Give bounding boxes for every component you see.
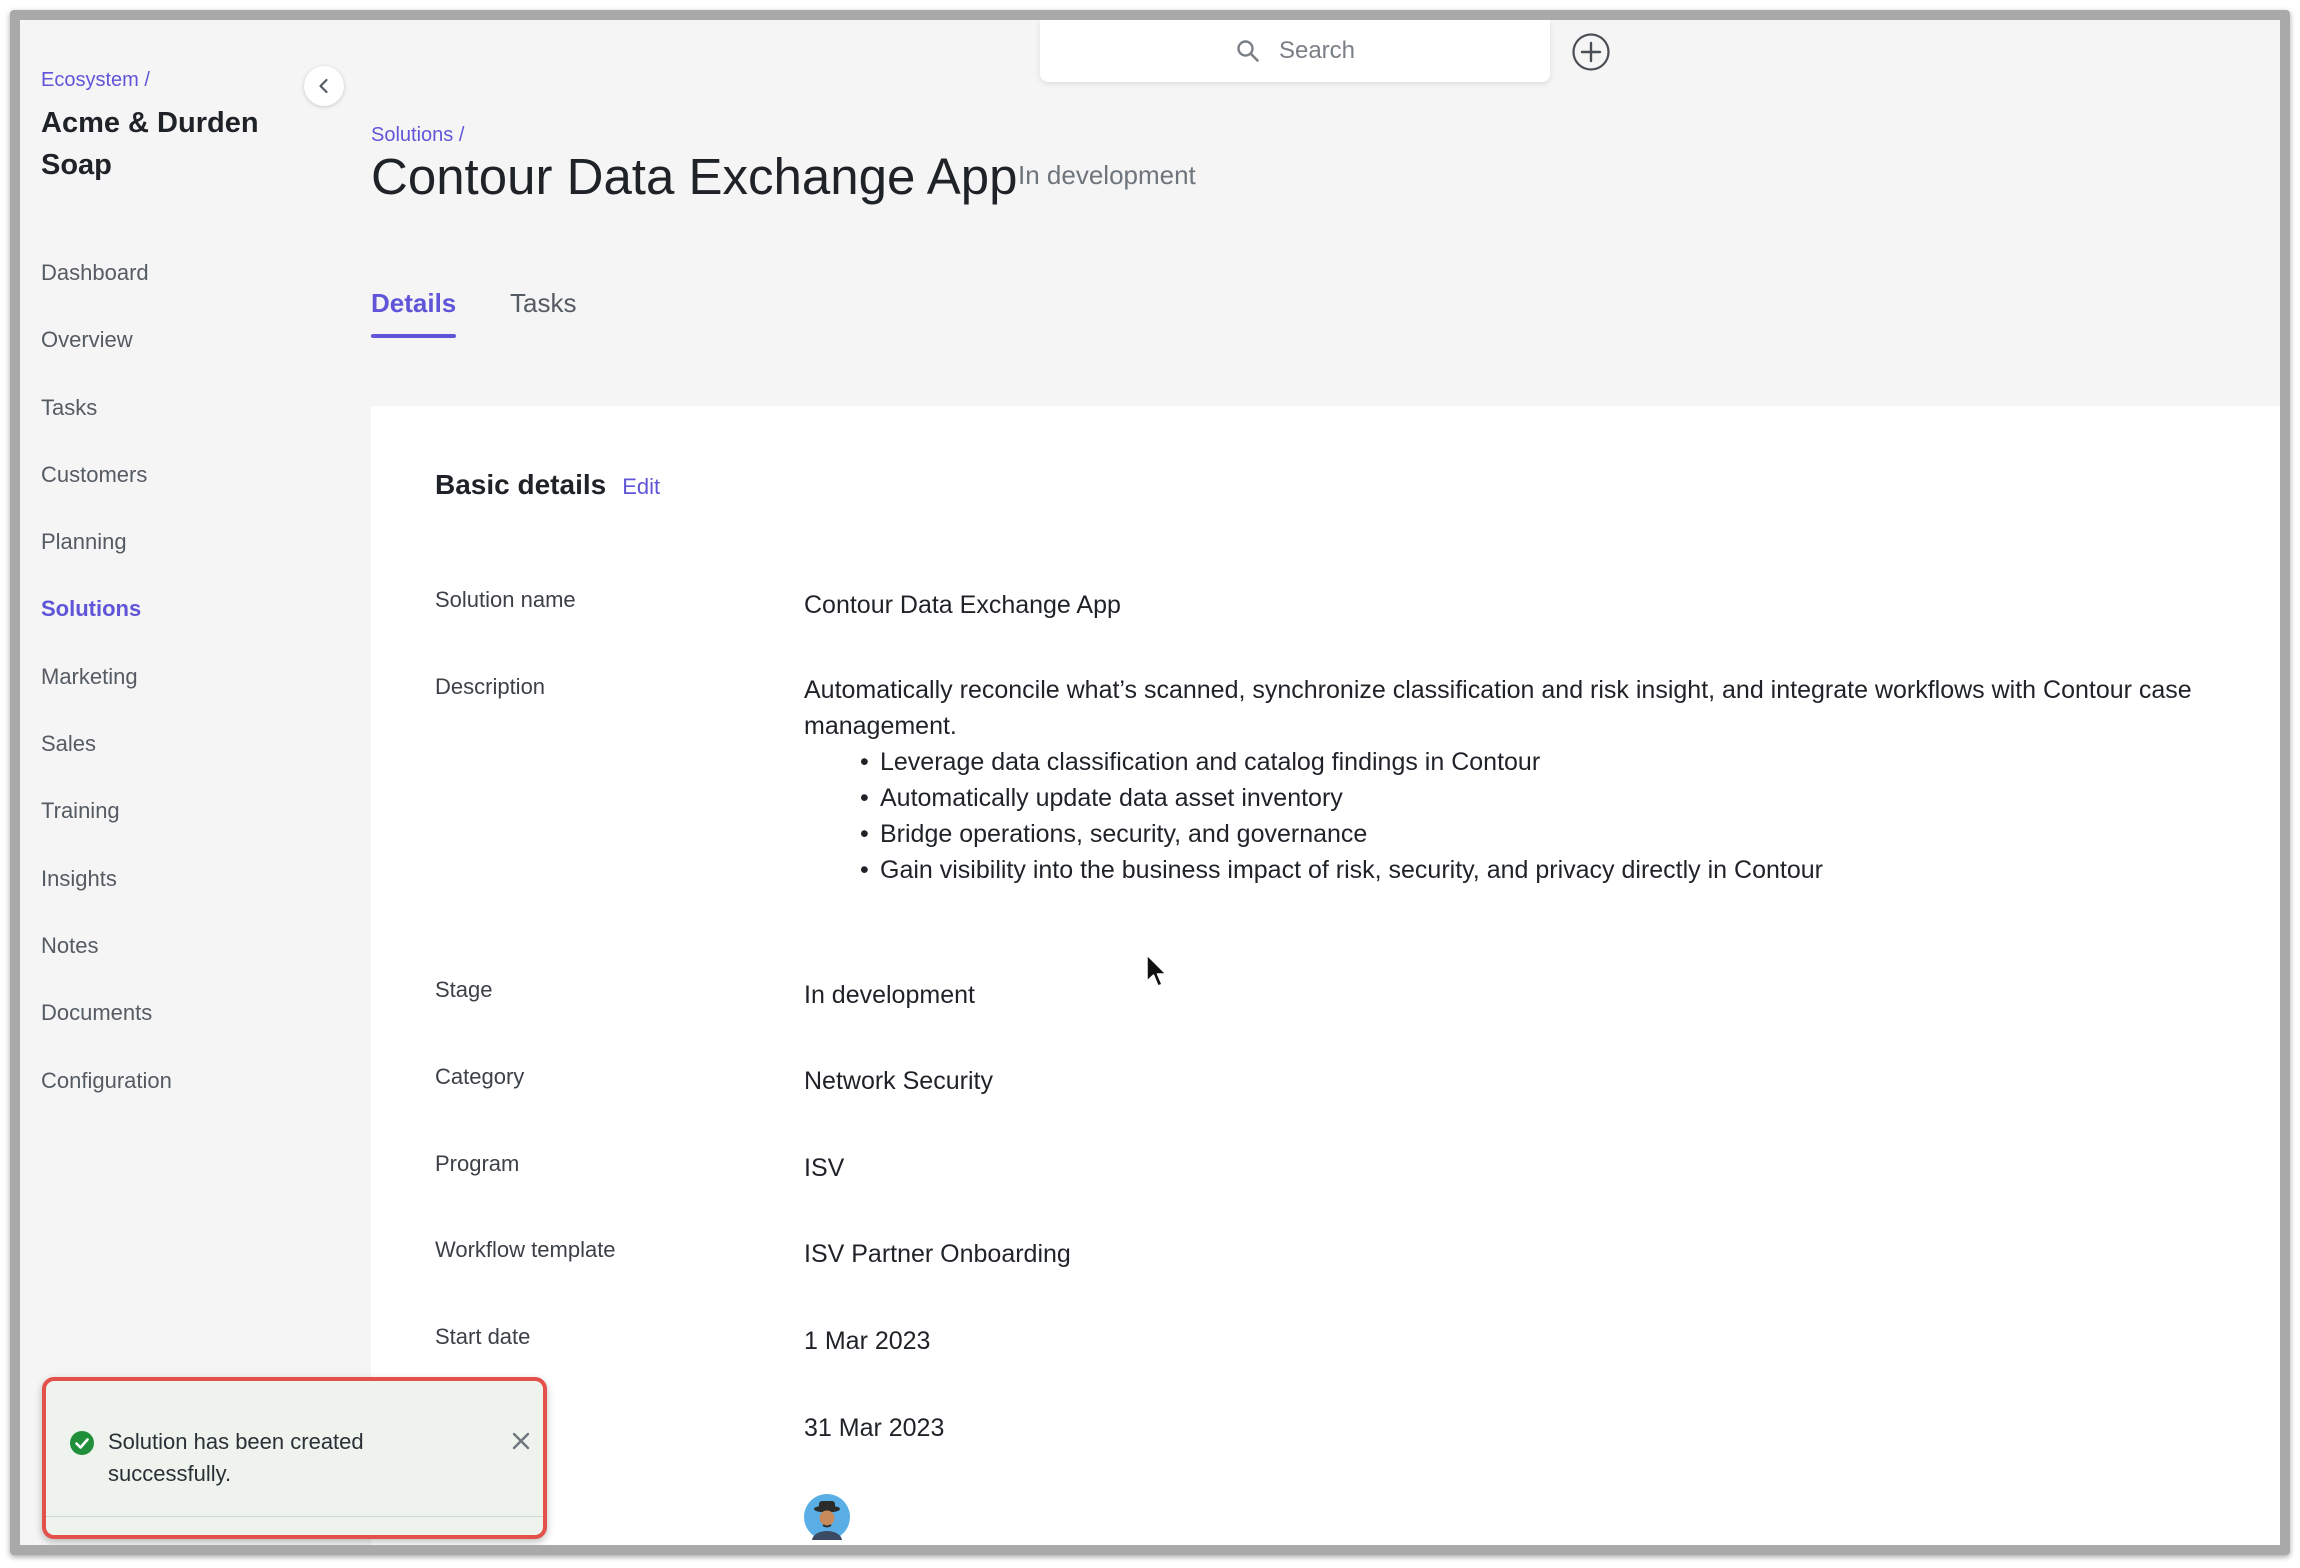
sidebar-nav: Dashboard Overview Tasks Customers Plann… bbox=[41, 258, 172, 1133]
field-label-workflow-template: Workflow template bbox=[435, 1237, 616, 1262]
toast-message: Solution has been created successfully. bbox=[108, 1429, 364, 1486]
description-bullet: Automatically update data asset inventor… bbox=[860, 780, 2280, 816]
sidebar-item-dashboard[interactable]: Dashboard bbox=[41, 258, 172, 325]
description-bullet: Bridge operations, security, and governa… bbox=[860, 816, 2280, 852]
field-label-solution-name: Solution name bbox=[435, 587, 576, 612]
sidebar: Ecosystem / Acme & Durden Soap Dashboard… bbox=[20, 20, 324, 1545]
tab-details[interactable]: Details bbox=[371, 288, 457, 338]
search-bar[interactable]: Search bbox=[1040, 20, 1550, 82]
field-value-program: ISV bbox=[804, 1154, 845, 1182]
stage-badge: In development bbox=[1018, 160, 1196, 190]
field-label-category: Category bbox=[435, 1064, 525, 1089]
app-window: Ecosystem / Acme & Durden Soap Dashboard… bbox=[10, 10, 2290, 1555]
field-value-workflow-template: ISV Partner Onboarding bbox=[804, 1240, 1071, 1268]
sidebar-item-training[interactable]: Training bbox=[41, 796, 172, 863]
sidebar-item-solutions[interactable]: Solutions bbox=[41, 594, 172, 661]
search-input[interactable]: Search bbox=[1279, 37, 1355, 65]
sidebar-item-customers[interactable]: Customers bbox=[41, 460, 172, 527]
org-name: Acme & Durden Soap bbox=[41, 107, 259, 181]
breadcrumb-solutions[interactable]: Solutions / bbox=[371, 124, 464, 147]
basic-details-card: Basic details Edit Solution name Contour… bbox=[371, 406, 2280, 1545]
collapse-sidebar-button[interactable] bbox=[304, 66, 344, 106]
card-title: Basic details bbox=[435, 469, 607, 500]
sidebar-item-sales[interactable]: Sales bbox=[41, 729, 172, 796]
sidebar-item-notes[interactable]: Notes bbox=[41, 931, 172, 998]
avatar-icon bbox=[804, 1494, 850, 1540]
toast-divider bbox=[46, 1516, 543, 1517]
description-bullet: Gain visibility into the business impact… bbox=[860, 852, 2280, 888]
field-value-category: Network Security bbox=[804, 1067, 993, 1095]
page-title: Contour Data Exchange App bbox=[371, 148, 1018, 205]
breadcrumb-ecosystem[interactable]: Ecosystem / bbox=[41, 69, 150, 92]
plus-circle-icon bbox=[1572, 33, 1610, 71]
sidebar-item-overview[interactable]: Overview bbox=[41, 325, 172, 392]
success-toast: Solution has been created successfully. bbox=[42, 1377, 547, 1539]
card-header: Basic details Edit bbox=[435, 469, 660, 501]
owner-avatar[interactable] bbox=[804, 1494, 850, 1540]
mouse-cursor-icon bbox=[1146, 954, 1167, 987]
field-label-start-date: Start date bbox=[435, 1324, 531, 1349]
tab-tasks[interactable]: Tasks bbox=[510, 288, 576, 338]
field-label-description: Description bbox=[435, 674, 546, 699]
description-bullet: Leverage data classification and catalog… bbox=[860, 744, 2280, 780]
field-value-description: Automatically reconcile what’s scanned, … bbox=[804, 672, 2280, 888]
chevron-left-icon bbox=[319, 78, 328, 94]
sidebar-item-configuration[interactable]: Configuration bbox=[41, 1066, 172, 1133]
field-value-stage: In development bbox=[804, 981, 975, 1009]
sidebar-item-tasks[interactable]: Tasks bbox=[41, 393, 172, 460]
field-value-end-date: 31 Mar 2023 bbox=[804, 1414, 945, 1442]
check-circle-icon bbox=[70, 1431, 94, 1455]
add-button[interactable] bbox=[1571, 32, 1611, 72]
description-bullets: Leverage data classification and catalog… bbox=[860, 744, 2280, 888]
sidebar-item-planning[interactable]: Planning bbox=[41, 527, 172, 594]
sidebar-item-marketing[interactable]: Marketing bbox=[41, 662, 172, 729]
sidebar-item-insights[interactable]: Insights bbox=[41, 864, 172, 931]
sidebar-item-documents[interactable]: Documents bbox=[41, 998, 172, 1065]
description-text: Automatically reconcile what’s scanned, … bbox=[804, 676, 2192, 740]
field-value-solution-name: Contour Data Exchange App bbox=[804, 591, 1121, 619]
field-label-stage: Stage bbox=[435, 977, 493, 1002]
field-value-start-date: 1 Mar 2023 bbox=[804, 1327, 931, 1355]
close-icon[interactable] bbox=[509, 1429, 533, 1453]
main-content: Search Solutions / Contour Data Exchange… bbox=[324, 20, 2280, 1545]
edit-link[interactable]: Edit bbox=[622, 474, 660, 500]
field-label-program: Program bbox=[435, 1151, 520, 1176]
search-icon bbox=[1237, 40, 1259, 62]
